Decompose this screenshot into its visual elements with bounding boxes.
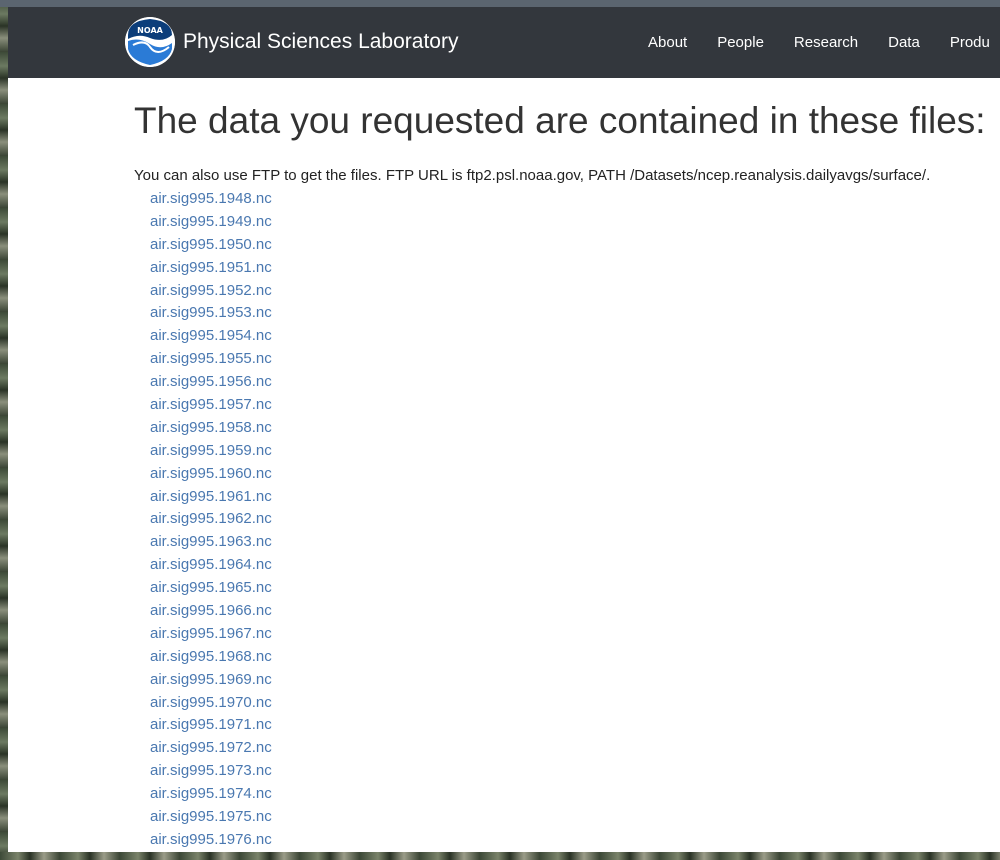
list-item: air.sig995.1956.nc (150, 371, 272, 394)
brand-link[interactable]: NOAA Physical Sciences Laboratory (125, 17, 458, 67)
file-link[interactable]: air.sig995.1951.nc (150, 259, 272, 276)
file-link[interactable]: air.sig995.1962.nc (150, 510, 272, 527)
file-link[interactable]: air.sig995.1953.nc (150, 304, 272, 321)
list-item: air.sig995.1948.nc (150, 188, 272, 211)
nav-item-people[interactable]: People (717, 34, 764, 51)
list-item: air.sig995.1969.nc (150, 669, 272, 692)
list-item: air.sig995.1958.nc (150, 417, 272, 440)
list-item: air.sig995.1951.nc (150, 257, 272, 280)
site-title[interactable]: Physical Sciences Laboratory (183, 30, 458, 54)
list-item: air.sig995.1972.nc (150, 737, 272, 760)
file-link[interactable]: air.sig995.1966.nc (150, 602, 272, 619)
ftp-info-text: You can also use FTP to get the files. F… (134, 167, 931, 184)
list-item: air.sig995.1952.nc (150, 280, 272, 303)
list-item: air.sig995.1953.nc (150, 302, 272, 325)
file-link[interactable]: air.sig995.1974.nc (150, 785, 272, 802)
list-item: air.sig995.1968.nc (150, 646, 272, 669)
file-link[interactable]: air.sig995.1967.nc (150, 625, 272, 642)
list-item: air.sig995.1974.nc (150, 783, 272, 806)
noaa-logo-icon: NOAA (125, 17, 175, 67)
top-navbar: NOAA Physical Sciences Laboratory About … (8, 7, 1000, 78)
file-link[interactable]: air.sig995.1959.nc (150, 442, 272, 459)
nav-item-about[interactable]: About (648, 34, 687, 51)
file-link[interactable]: air.sig995.1960.nc (150, 465, 272, 482)
file-link[interactable]: air.sig995.1964.nc (150, 556, 272, 573)
page-title: The data you requested are contained in … (134, 100, 986, 141)
list-item: air.sig995.1964.nc (150, 554, 272, 577)
file-link[interactable]: air.sig995.1965.nc (150, 579, 272, 596)
file-link[interactable]: air.sig995.1971.nc (150, 716, 272, 733)
list-item: air.sig995.1961.nc (150, 486, 272, 509)
file-link[interactable]: air.sig995.1975.nc (150, 808, 272, 825)
nav-item-data[interactable]: Data (888, 34, 920, 51)
background-photo-bottom (0, 852, 1000, 860)
file-link[interactable]: air.sig995.1961.nc (150, 488, 272, 505)
file-link[interactable]: air.sig995.1949.nc (150, 213, 272, 230)
list-item: air.sig995.1967.nc (150, 623, 272, 646)
file-link[interactable]: air.sig995.1955.nc (150, 350, 272, 367)
nav-item-research[interactable]: Research (794, 34, 858, 51)
file-link[interactable]: air.sig995.1957.nc (150, 396, 272, 413)
list-item: air.sig995.1965.nc (150, 577, 272, 600)
list-item: air.sig995.1957.nc (150, 394, 272, 417)
file-link[interactable]: air.sig995.1972.nc (150, 739, 272, 756)
list-item: air.sig995.1966.nc (150, 600, 272, 623)
list-item: air.sig995.1973.nc (150, 760, 272, 783)
nav-item-products[interactable]: Produ (950, 34, 990, 51)
main-content: The data you requested are contained in … (8, 78, 1000, 852)
file-link[interactable]: air.sig995.1976.nc (150, 831, 272, 848)
file-link[interactable]: air.sig995.1973.nc (150, 762, 272, 779)
file-link[interactable]: air.sig995.1968.nc (150, 648, 272, 665)
window-top-border (0, 0, 1000, 7)
list-item: air.sig995.1975.nc (150, 806, 272, 829)
main-nav: About People Research Data Produ (648, 7, 1000, 78)
file-link[interactable]: air.sig995.1970.nc (150, 694, 272, 711)
file-link[interactable]: air.sig995.1948.nc (150, 190, 272, 207)
file-link[interactable]: air.sig995.1956.nc (150, 373, 272, 390)
list-item: air.sig995.1960.nc (150, 463, 272, 486)
file-link[interactable]: air.sig995.1969.nc (150, 671, 272, 688)
list-item: air.sig995.1971.nc (150, 714, 272, 737)
file-link[interactable]: air.sig995.1963.nc (150, 533, 272, 550)
file-list: air.sig995.1948.nc air.sig995.1949.nc ai… (150, 188, 272, 852)
list-item: air.sig995.1954.nc (150, 325, 272, 348)
file-link[interactable]: air.sig995.1950.nc (150, 236, 272, 253)
list-item: air.sig995.1970.nc (150, 692, 272, 715)
file-link[interactable]: air.sig995.1954.nc (150, 327, 272, 344)
file-link[interactable]: air.sig995.1958.nc (150, 419, 272, 436)
logo-text: NOAA (137, 26, 163, 35)
list-item: air.sig995.1950.nc (150, 234, 272, 257)
list-item: air.sig995.1949.nc (150, 211, 272, 234)
list-item: air.sig995.1955.nc (150, 348, 272, 371)
file-link[interactable]: air.sig995.1952.nc (150, 282, 272, 299)
list-item: air.sig995.1959.nc (150, 440, 272, 463)
list-item: air.sig995.1976.nc (150, 829, 272, 852)
list-item: air.sig995.1962.nc (150, 508, 272, 531)
list-item: air.sig995.1963.nc (150, 531, 272, 554)
